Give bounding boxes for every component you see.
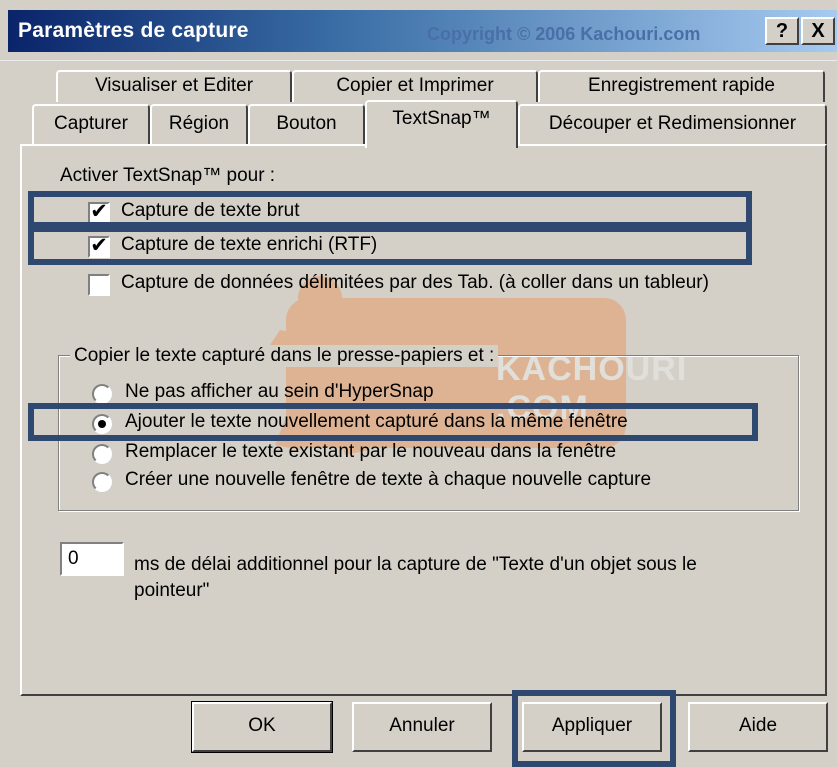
close-button[interactable]: X [801, 17, 835, 45]
close-icon: X [811, 20, 825, 42]
title-bar: Paramètres de capture Copyright © 2006 K… [0, 0, 837, 61]
delay-label-line2: pointeur" [134, 580, 210, 601]
tab-delimited-checkbox[interactable] [88, 274, 110, 296]
dialog-window: Paramètres de capture Copyright © 2006 K… [0, 0, 837, 767]
radio-new-window[interactable] [92, 472, 112, 492]
radio-new-window-label: Créer une nouvelle fenêtre de texte à ch… [125, 469, 652, 490]
question-mark-icon: ? [775, 20, 789, 42]
tab-copier-et-imprimer[interactable]: Copier et Imprimer [292, 70, 538, 102]
checkmark-icon: ✔ [90, 234, 108, 257]
tab-capturer[interactable]: Capturer [32, 104, 150, 144]
apply-button[interactable]: Appliquer [522, 702, 662, 752]
help-title-button[interactable]: ? [765, 17, 799, 45]
tab-enregistrement-rapide[interactable]: Enregistrement rapide [538, 70, 825, 102]
activate-textsnap-label: Activer TextSnap™ pour : [60, 165, 276, 186]
copyright-text: Copyright © 2006 Kachouri.com [427, 24, 701, 44]
window-title: Paramètres de capture [18, 19, 249, 42]
radio-replace-text[interactable] [92, 444, 112, 464]
clipboard-group-legend: Copier le texte capturé dans le presse-p… [70, 345, 499, 367]
tab-visualiser-et-editer[interactable]: Visualiser et Editer [56, 70, 292, 102]
tab-region[interactable]: Région [150, 104, 248, 144]
delay-label-line1: ms de délai additionnel pour la capture … [134, 554, 697, 575]
cancel-button[interactable]: Annuler [352, 702, 492, 752]
tab-textsnap[interactable]: TextSnap™ [365, 100, 518, 148]
tab-decouper-et-redimensionner[interactable]: Découper et Redimensionner [518, 104, 827, 144]
tab-delimited-label: Capture de données délimitées par des Ta… [121, 272, 709, 293]
raw-text-checkbox[interactable]: ✔ [88, 200, 110, 224]
radio-append-label: Ajouter le texte nouvellement capturé da… [125, 411, 628, 432]
delay-ms-input[interactable] [60, 542, 124, 576]
radio-no-display-label: Ne pas afficher au sein d'HyperSnap [125, 381, 434, 402]
checkmark-icon: ✔ [90, 200, 108, 223]
radio-replace-label: Remplacer le texte existant par le nouve… [125, 441, 617, 462]
help-button[interactable]: Aide [688, 702, 828, 752]
radio-no-display[interactable] [92, 384, 112, 404]
tab-bouton[interactable]: Bouton [248, 104, 365, 144]
radio-dot-icon [98, 420, 106, 428]
raw-text-label: Capture de texte brut [121, 200, 300, 221]
rtf-text-label: Capture de texte enrichi (RTF) [121, 234, 378, 255]
ok-button[interactable]: OK [191, 701, 333, 753]
rtf-text-checkbox[interactable]: ✔ [88, 234, 110, 258]
radio-append-same-window[interactable] [92, 414, 112, 434]
